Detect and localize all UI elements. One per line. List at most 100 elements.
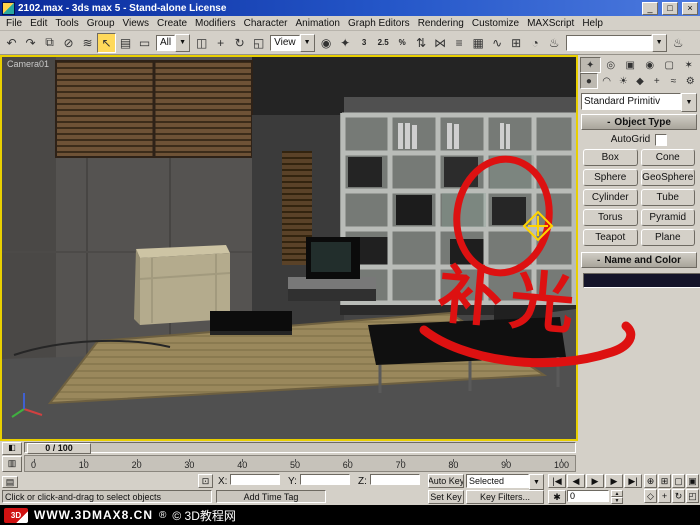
create-teapot-button[interactable]: Teapot xyxy=(583,229,638,246)
align-icon[interactable]: ≡ xyxy=(450,33,469,53)
chevron-down-icon[interactable]: ▼ xyxy=(175,33,191,52)
category-space-warps-button[interactable]: ≈ xyxy=(666,73,682,89)
percent-snap-toggle-icon[interactable]: % xyxy=(393,33,412,53)
curve-editor-icon[interactable]: ∿ xyxy=(488,33,507,53)
menu-tools[interactable]: Tools xyxy=(51,18,82,29)
unlink-selection-icon[interactable]: ⊘ xyxy=(59,33,78,53)
tab-utilities[interactable]: ✶ xyxy=(680,57,699,73)
zoom-extents-button[interactable]: ▢ xyxy=(672,474,685,488)
viewport-label[interactable]: Camera01 xyxy=(7,59,49,69)
object-class-dropdown[interactable]: Standard Primitiv ▼ xyxy=(581,93,697,112)
undo-icon[interactable]: ↶ xyxy=(2,33,21,53)
object-name-input[interactable] xyxy=(583,273,700,288)
object-type-rollout-header[interactable]: - Object Type xyxy=(581,114,697,130)
category-helpers-button[interactable]: + xyxy=(649,73,665,89)
auto-key-button[interactable]: Auto Key xyxy=(428,474,464,488)
category-cameras-button[interactable]: ◆ xyxy=(632,73,648,89)
render-preset-dropdown[interactable]: ▼ xyxy=(565,33,667,52)
create-cylinder-button[interactable]: Cylinder xyxy=(583,189,638,206)
layer-manager-icon[interactable]: ▦ xyxy=(469,33,488,53)
menu-create[interactable]: Create xyxy=(153,18,191,29)
menu-edit[interactable]: Edit xyxy=(26,18,51,29)
chevron-down-icon[interactable]: ▼ xyxy=(651,33,667,52)
create-pyramid-button[interactable]: Pyramid xyxy=(640,209,695,226)
current-frame-field[interactable] xyxy=(567,490,609,502)
redo-icon[interactable]: ↷ xyxy=(21,33,40,53)
mini-listener-icon[interactable]: ▤ xyxy=(2,476,18,488)
menu-file[interactable]: File xyxy=(2,18,26,29)
select-and-manipulate-icon[interactable]: ✦ xyxy=(336,33,355,53)
schematic-view-icon[interactable]: ⊞ xyxy=(507,33,526,53)
menu-character[interactable]: Character xyxy=(240,18,292,29)
menu-help[interactable]: Help xyxy=(578,18,607,29)
spinner-up-icon[interactable]: ▲ xyxy=(611,490,623,497)
create-cone-button[interactable]: Cone xyxy=(640,149,695,166)
frame-spinner[interactable]: ▲ ▼ xyxy=(611,490,623,504)
maximize-button[interactable]: □ xyxy=(662,1,678,15)
goto-end-button[interactable]: ▶| xyxy=(624,474,642,488)
autogrid-checkbox[interactable] xyxy=(655,133,668,146)
key-subset-dropdown[interactable]: Selected ▼ xyxy=(466,474,544,490)
tab-hierarchy[interactable]: ▣ xyxy=(621,57,640,73)
time-slider-track[interactable]: 0 / 100 xyxy=(24,442,576,454)
select-and-scale-icon[interactable]: ◱ xyxy=(249,33,268,53)
selection-filter-dropdown[interactable]: All ▼ xyxy=(156,33,191,52)
spinner-snap-toggle-icon[interactable]: ⇅ xyxy=(412,33,431,53)
quick-render-icon[interactable]: ♨ xyxy=(669,33,688,53)
pan-button[interactable]: + xyxy=(658,489,671,503)
camera-viewport[interactable]: Camera01 xyxy=(0,55,578,441)
scene-coffee-table[interactable] xyxy=(210,311,292,335)
tab-modify[interactable]: ◎ xyxy=(602,57,621,73)
angle-snap-toggle-icon[interactable]: 2.5 xyxy=(374,33,393,53)
name-color-rollout-header[interactable]: - Name and Color xyxy=(581,252,697,268)
mirror-icon[interactable]: ⋈ xyxy=(431,33,450,53)
time-slider-left-icon[interactable]: ◧ xyxy=(2,442,22,455)
selection-region-icon[interactable]: ▭ xyxy=(135,33,154,53)
reference-coordinate-dropdown[interactable]: View ▼ xyxy=(270,33,315,52)
menu-animation[interactable]: Animation xyxy=(292,18,344,29)
chevron-down-icon[interactable]: ▼ xyxy=(681,93,697,112)
arc-rotate-button[interactable]: ↻ xyxy=(672,489,685,503)
scene-bookshelf[interactable] xyxy=(340,112,577,306)
menu-modifiers[interactable]: Modifiers xyxy=(191,18,240,29)
play-button[interactable]: ▶ xyxy=(586,474,604,488)
zoom-extents-all-button[interactable]: ▣ xyxy=(686,474,699,488)
z-coordinate-field[interactable] xyxy=(370,474,420,485)
track-bar-ruler[interactable]: 0 10 20 30 40 50 60 70 80 90 100 xyxy=(24,455,576,472)
select-object-icon[interactable]: ↖ xyxy=(97,32,116,53)
minimize-button[interactable]: _ xyxy=(642,1,658,15)
zoom-button[interactable]: ⊕ xyxy=(644,474,657,488)
x-coordinate-field[interactable] xyxy=(230,474,280,485)
menu-graph-editors[interactable]: Graph Editors xyxy=(344,18,414,29)
create-torus-button[interactable]: Torus xyxy=(583,209,638,226)
field-of-view-button[interactable]: ◇ xyxy=(644,489,657,503)
menu-customize[interactable]: Customize xyxy=(468,18,523,29)
bind-to-space-warp-icon[interactable]: ≋ xyxy=(78,33,97,53)
select-by-name-icon[interactable]: ▤ xyxy=(116,33,135,53)
tab-display[interactable]: ▢ xyxy=(660,57,679,73)
next-frame-button[interactable]: ▶ xyxy=(605,474,623,488)
material-editor-icon[interactable]: ◔ xyxy=(526,33,545,53)
create-sphere-button[interactable]: Sphere xyxy=(583,169,638,186)
category-systems-button[interactable]: ⚙ xyxy=(682,73,698,89)
time-tag-field[interactable]: Add Time Tag xyxy=(216,490,326,503)
chevron-down-icon[interactable]: ▼ xyxy=(299,33,315,52)
create-plane-button[interactable]: Plane xyxy=(640,229,695,246)
track-bar-left-icon[interactable]: ▥ xyxy=(2,456,22,472)
previous-frame-button[interactable]: ◀ xyxy=(567,474,585,488)
create-box-button[interactable]: Box xyxy=(583,149,638,166)
viewport-scene[interactable] xyxy=(2,57,577,439)
tab-motion[interactable]: ◉ xyxy=(641,57,660,73)
menu-rendering[interactable]: Rendering xyxy=(414,18,468,29)
spinner-down-icon[interactable]: ▼ xyxy=(611,497,623,504)
time-slider-handle[interactable]: 0 / 100 xyxy=(27,443,91,454)
window-crossing-icon[interactable]: ◫ xyxy=(192,33,211,53)
snap-toggle-icon[interactable]: 3 xyxy=(355,33,374,53)
y-coordinate-field[interactable] xyxy=(300,474,350,485)
menu-maxscript[interactable]: MAXScript xyxy=(523,18,578,29)
create-geosphere-button[interactable]: GeoSphere xyxy=(640,169,695,186)
scene-tv[interactable] xyxy=(306,237,360,279)
use-pivot-point-icon[interactable]: ◉ xyxy=(317,33,336,53)
lock-selection-toggle[interactable]: ⊡ xyxy=(198,474,213,488)
category-geometry-button[interactable]: ● xyxy=(580,73,598,89)
